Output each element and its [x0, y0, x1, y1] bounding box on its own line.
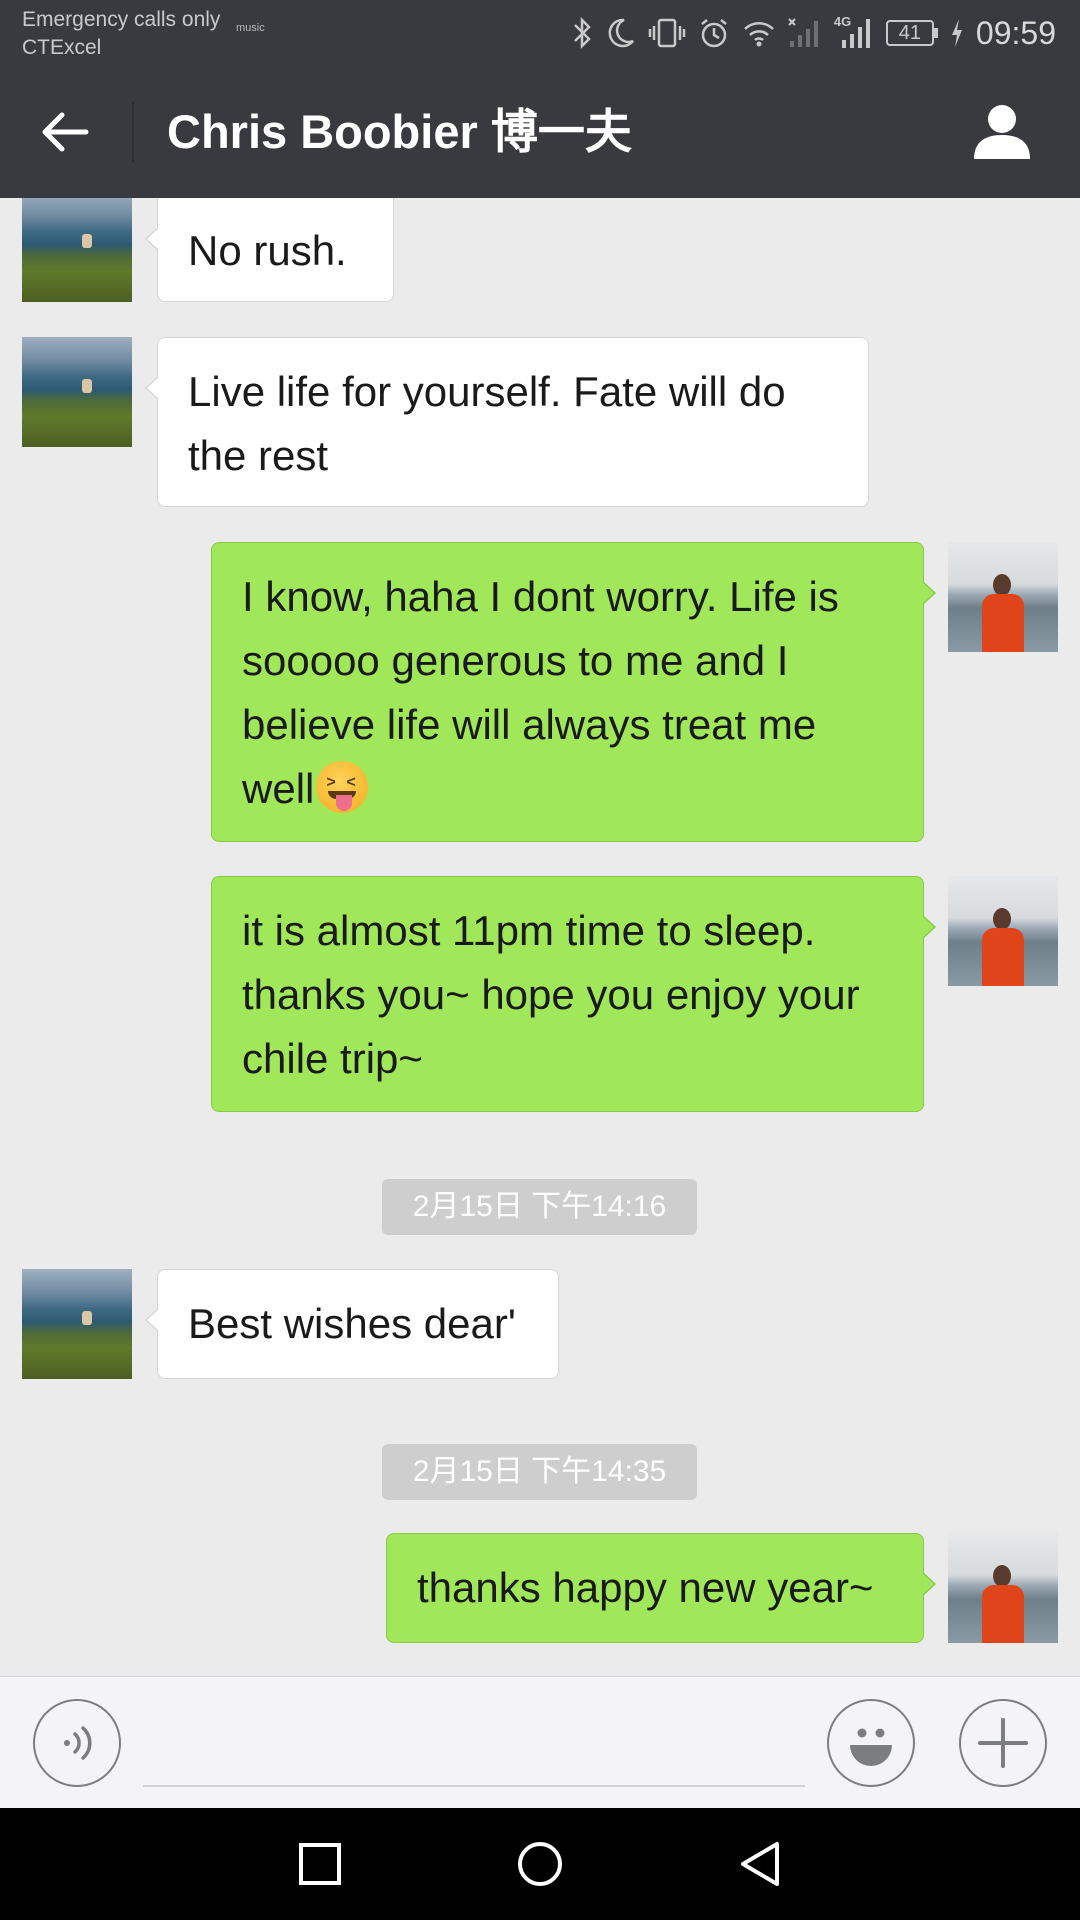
message-text: thanks happy new year~ [417, 1564, 874, 1611]
bluetooth-icon [574, 16, 591, 50]
profile-button[interactable] [964, 96, 1040, 168]
contact-avatar[interactable] [22, 1269, 132, 1379]
message-bubble-sent[interactable]: I know, haha I dont worry. Life is soooo… [211, 542, 936, 842]
back-button[interactable] [30, 100, 100, 164]
battery-level: 41 [885, 20, 934, 46]
status-bar: Emergency calls only CTExcel music 4G 41… [0, 0, 1080, 66]
message-text: Best wishes dear' [188, 1300, 516, 1347]
message-bubble-received[interactable]: Best wishes dear' [145, 1269, 559, 1379]
my-avatar[interactable] [948, 1533, 1058, 1643]
message-bubble-sent[interactable]: thanks happy new year~ [386, 1533, 936, 1643]
title-divider [132, 102, 134, 162]
more-options-button[interactable] [959, 1699, 1047, 1787]
message-bubble-received[interactable]: No rush. [145, 198, 394, 302]
squinting-tongue-emoji-icon: > < [316, 761, 369, 813]
charging-icon [951, 19, 962, 47]
smiley-icon [850, 1728, 892, 1766]
moon-icon [608, 18, 634, 48]
title-bar: Chris Boobier 博一夫 [0, 66, 1080, 198]
carrier-line2: CTExcel [22, 36, 102, 59]
clock: 09:59 [975, 14, 1056, 51]
voice-input-button[interactable] [33, 1699, 121, 1787]
message-input[interactable] [143, 1707, 805, 1787]
voice-icon [64, 1726, 92, 1760]
arrow-left-icon [42, 112, 89, 152]
contact-avatar[interactable] [22, 337, 132, 447]
my-avatar[interactable] [948, 876, 1058, 986]
circle-icon [518, 1842, 562, 1886]
plus-icon [978, 1718, 1028, 1768]
signal-4g-icon: 4G [834, 14, 874, 50]
wifi-icon [744, 22, 774, 47]
emoji-button[interactable] [827, 1699, 915, 1787]
system-nav-bar [0, 1808, 1080, 1920]
message-text: No rush. [188, 227, 347, 274]
square-icon [299, 1843, 341, 1885]
triangle-back-icon [741, 1842, 779, 1886]
home-button[interactable] [510, 1834, 570, 1894]
alarm-icon [701, 19, 727, 48]
signal-sim1-icon [788, 18, 818, 47]
vibrate-icon [648, 18, 686, 48]
battery-indicator: 41 [885, 20, 938, 46]
input-bar [0, 1676, 1080, 1808]
message-bubble-sent[interactable]: it is almost 11pm time to sleep. thanks … [211, 876, 936, 1112]
my-avatar[interactable] [948, 542, 1058, 652]
chat-area[interactable]: No rush. Live life for yourself. Fate wi… [0, 198, 1080, 1676]
contact-avatar[interactable] [22, 198, 132, 302]
nav-back-button[interactable] [730, 1834, 790, 1894]
person-icon [974, 105, 1030, 159]
timestamp: 2月15日 下午14:35 [382, 1444, 697, 1500]
recents-button[interactable] [290, 1834, 350, 1894]
carrier-info: Emergency calls only CTExcel [22, 6, 220, 62]
message-bubble-received[interactable]: Live life for yourself. Fate will do the… [145, 337, 869, 507]
status-icons: 4G 41 09:59 [572, 10, 1056, 56]
carrier-line1: Emergency calls only [22, 8, 221, 31]
message-text: Live life for yourself. Fate will do the… [188, 368, 786, 479]
music-badge: music [236, 22, 265, 34]
timestamp: 2月15日 下午14:16 [382, 1179, 697, 1235]
message-text: it is almost 11pm time to sleep. thanks … [242, 907, 860, 1082]
chat-title: Chris Boobier 博一夫 [167, 105, 632, 158]
